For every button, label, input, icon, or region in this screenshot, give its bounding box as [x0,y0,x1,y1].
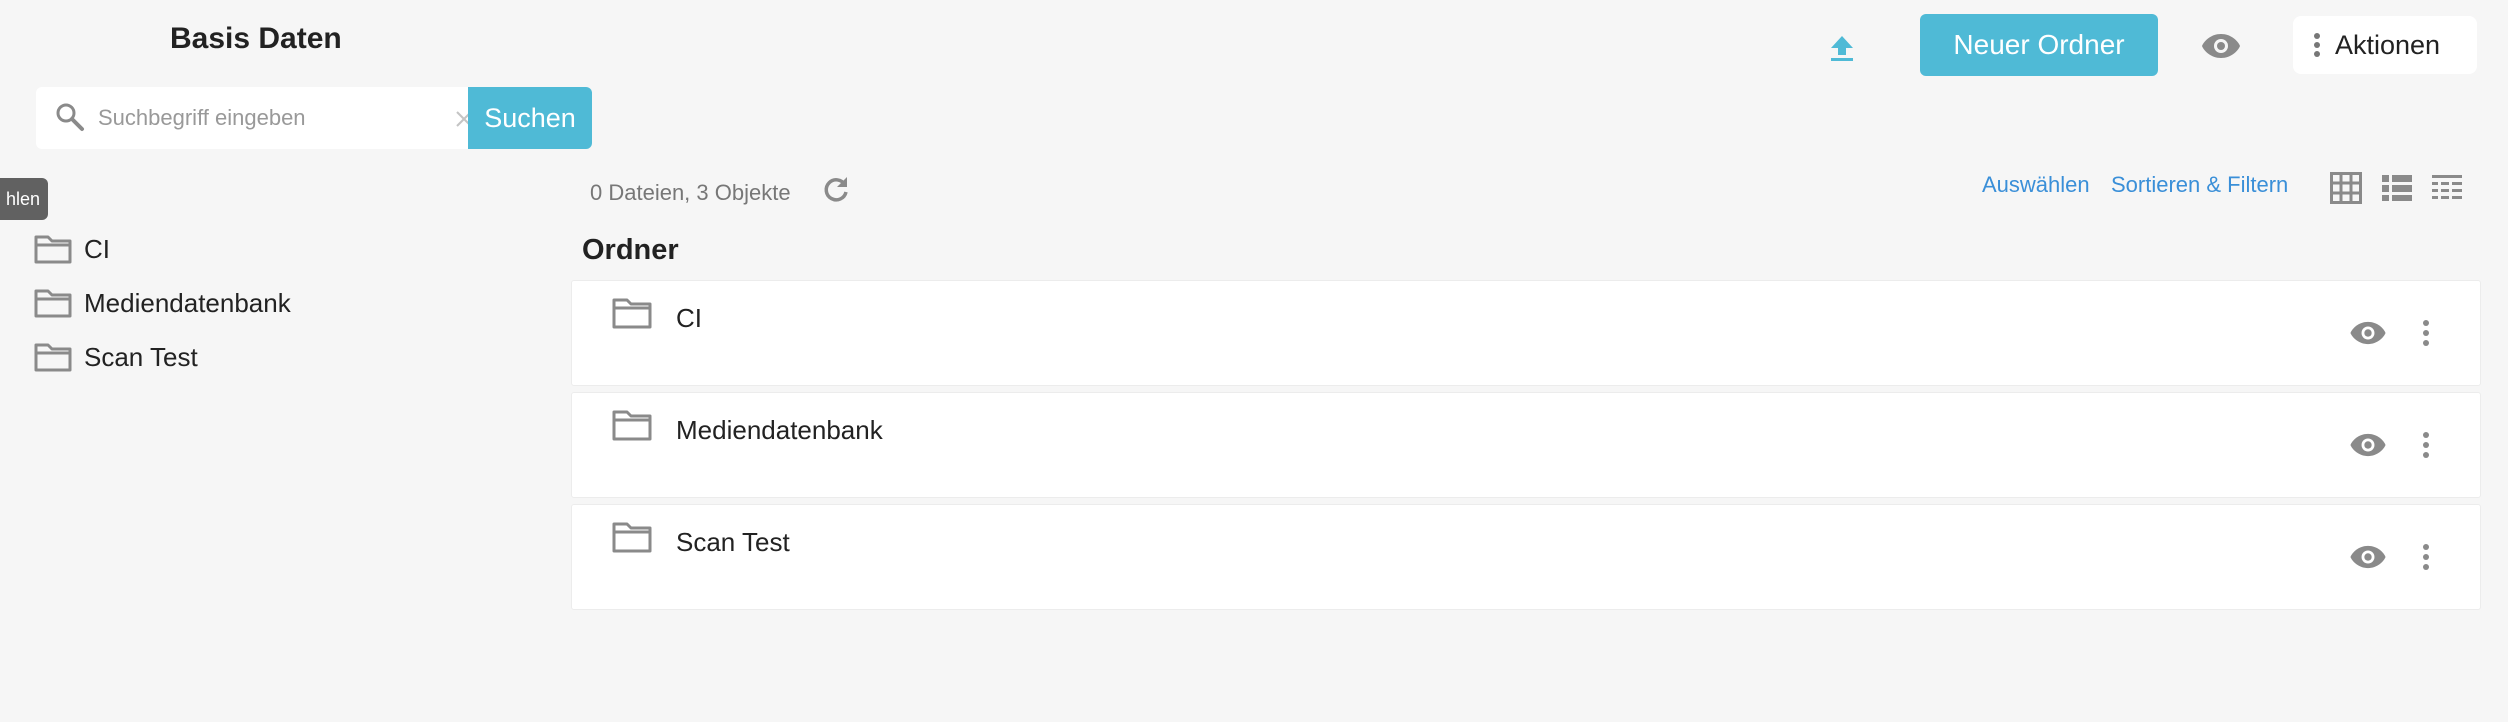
refresh-button[interactable] [818,172,854,208]
upload-icon [1831,36,1853,61]
eye-icon [2350,433,2386,457]
folder-icon [34,289,72,318]
folder-list: CI Mediendatenbank Scan Test [571,280,2481,616]
folder-tree: CI Mediendatenbank Scan Test [34,222,291,384]
folder-name: Mediendatenbank [676,415,883,445]
folder-icon [612,410,652,441]
grid-view-button[interactable] [2328,170,2364,206]
preview-button[interactable] [2346,423,2390,467]
refresh-icon [824,177,848,202]
more-options-button[interactable] [2412,535,2440,579]
more-vertical-icon [2423,544,2429,570]
page-title: Basis Daten [170,22,342,55]
eye-icon [2350,321,2386,345]
folder-name: Scan Test [676,527,790,557]
tree-item-label: Scan Test [84,341,198,372]
folder-icon [34,235,72,264]
table-view-button[interactable] [2429,170,2465,206]
actions-label: Aktionen [2335,29,2441,60]
table-view-icon [2432,175,2462,199]
preview-button[interactable] [2346,535,2390,579]
search-icon [56,103,84,131]
tree-item-scan-test[interactable]: Scan Test [34,330,291,384]
eye-icon [2202,34,2240,58]
search-input[interactable] [98,97,428,139]
file-manager-page: Basis Daten Neuer Ordner Aktionen Suchbe… [0,0,2508,722]
more-options-button[interactable] [2412,311,2440,355]
eye-icon [2350,545,2386,569]
grid-view-icon [2330,172,2362,204]
section-heading: Ordner [582,234,679,266]
folder-name: CI [676,303,702,333]
folder-icon [612,522,652,553]
sort-filter-link[interactable]: Sortieren & Filtern [2111,172,2288,198]
folder-icon [34,343,72,372]
list-view-icon [2382,175,2412,201]
visibility-toggle-button[interactable] [2196,24,2246,68]
preview-button[interactable] [2346,311,2390,355]
list-view-button[interactable] [2379,170,2415,206]
more-vertical-icon [2314,33,2320,57]
folder-card-mediendatenbank[interactable]: Mediendatenbank [571,392,2481,498]
new-folder-button[interactable]: Neuer Ordner [1920,14,2158,76]
folder-icon [612,298,652,329]
tree-item-mediendatenbank[interactable]: Mediendatenbank [34,276,291,330]
upload-button[interactable] [1818,24,1866,72]
tree-item-ci[interactable]: CI [34,222,291,276]
more-vertical-icon [2423,432,2429,458]
select-link[interactable]: Auswählen [1982,172,2090,198]
folder-card-ci[interactable]: CI [571,280,2481,386]
more-vertical-icon [2423,320,2429,346]
tree-item-label: CI [84,233,110,264]
more-options-button[interactable] [2412,423,2440,467]
search-button[interactable]: Suchen [468,87,592,149]
tree-item-label: Mediendatenbank [84,287,291,318]
tooltip: hlen [0,178,48,220]
search-box [36,87,472,149]
item-count: 0 Dateien, 3 Objekte [590,180,791,205]
folder-card-scan-test[interactable]: Scan Test [571,504,2481,610]
actions-menu-button[interactable]: Aktionen [2293,16,2477,74]
